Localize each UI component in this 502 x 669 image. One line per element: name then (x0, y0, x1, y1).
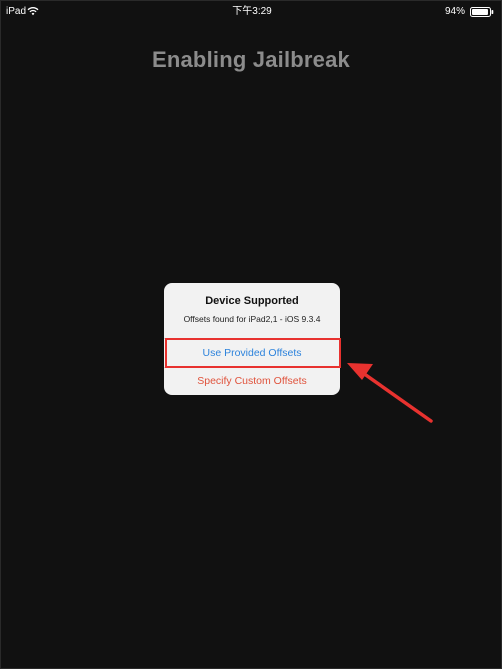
battery-percentage: 94% (444, 6, 465, 17)
alert-divider (164, 367, 340, 368)
use-provided-offsets-button[interactable]: Use Provided Offsets (164, 346, 340, 360)
specify-custom-offsets-button[interactable]: Specify Custom Offsets (164, 374, 340, 388)
page-title: Enabling Jailbreak (151, 47, 350, 72)
alert-divider (164, 338, 340, 339)
status-bar: iPad 下午3:29 94% (1, 1, 502, 23)
status-time: 下午3:29 (232, 6, 272, 17)
alert-message: Offsets found for iPad2,1 - iOS 9.3.4 (183, 314, 321, 324)
alert-title: Device Supported (205, 295, 299, 307)
annotation-arrow-icon (347, 363, 433, 423)
alert-dialog: Device Supported Offsets found for iPad2… (164, 283, 340, 395)
battery-icon (470, 7, 494, 17)
screen: iPad 下午3:29 94% Enabling Jailbreak Devic… (0, 0, 502, 669)
